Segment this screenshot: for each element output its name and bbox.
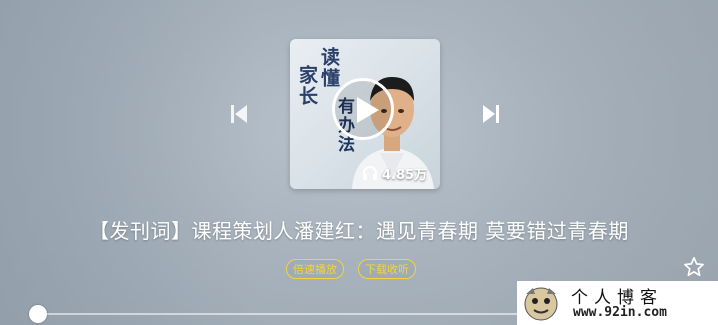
action-pill-row: 倍速播放 下载收听 — [0, 259, 718, 279]
previous-track-button[interactable] — [230, 104, 248, 124]
site-watermark: 个人博客 www.92in.com — [517, 281, 718, 325]
download-button[interactable]: 下载收听 — [358, 259, 416, 279]
track-title: 【发刊词】课程策划人潘建红：遇见青春期 莫要错过青春期 — [89, 219, 629, 243]
star-icon — [684, 257, 704, 277]
playback-speed-button[interactable]: 倍速播放 — [286, 259, 344, 279]
watermark-url: www.92in.com — [573, 305, 667, 320]
headphones-icon — [363, 166, 377, 180]
play-icon — [357, 97, 379, 123]
watermark-logo — [524, 287, 558, 321]
listen-count: 4.85万 — [362, 162, 427, 184]
skip-previous-icon — [231, 105, 247, 123]
cover-title-line-2: 家长 — [296, 65, 318, 107]
next-track-button[interactable] — [482, 104, 500, 124]
favorite-button[interactable] — [683, 256, 705, 278]
play-button[interactable] — [332, 78, 394, 140]
progress-track[interactable] — [38, 313, 578, 315]
skip-next-icon — [483, 105, 499, 123]
listen-count-value: 4.85万 — [382, 167, 428, 183]
progress-knob[interactable] — [29, 305, 47, 323]
